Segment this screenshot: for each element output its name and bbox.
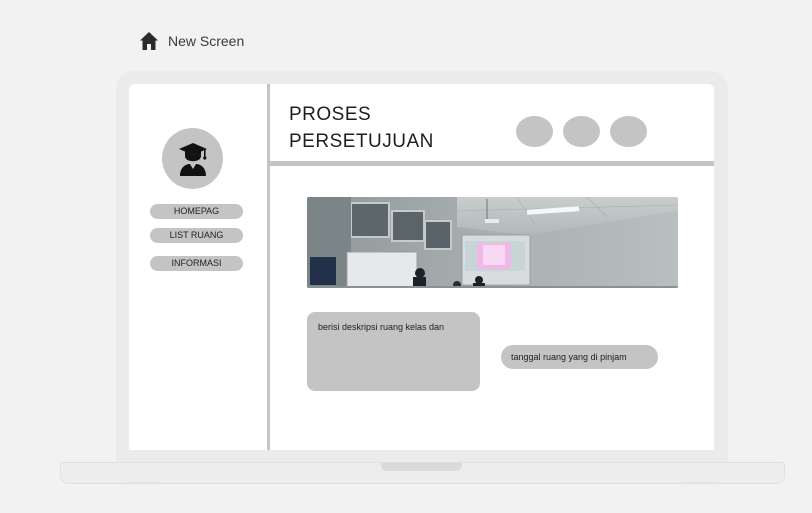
laptop-foot-right [684,482,716,484]
home-icon[interactable] [139,31,159,51]
screen-title: New Screen [168,33,245,49]
laptop-notch [381,463,462,471]
graduate-icon [178,142,207,176]
sidebar-item-informasi[interactable]: INFORMASI [150,256,243,271]
page-title-line-1: PROSES [289,104,372,125]
sidebar-item-list-ruang[interactable]: LIST RUANG [150,228,243,243]
avatar [162,128,223,189]
header-divider [270,161,714,166]
laptop-foot-left [125,482,157,484]
page-title: PROSES PERSETUJUAN [289,101,489,155]
sidebar-divider [267,84,270,450]
header-action-button-2[interactable] [563,116,600,147]
room-description-box: berisi deskripsi ruang kelas dan [307,312,480,391]
header-action-button-1[interactable] [516,116,553,147]
header-action-button-3[interactable] [610,116,647,147]
borrow-date-field[interactable]: tanggal ruang yang di pinjam [501,345,658,369]
room-description-text: berisi deskripsi ruang kelas dan [318,322,445,332]
page-title-line-2: PERSETUJUAN [289,131,434,152]
screen-header: New Screen [139,31,244,51]
sidebar-item-homepage[interactable]: HOMEPAG [150,204,243,219]
laptop-base [60,462,785,484]
app-screen: HOMEPAG LIST RUANG INFORMASI PROSES PERS… [129,84,714,450]
classroom-photo [307,197,678,288]
